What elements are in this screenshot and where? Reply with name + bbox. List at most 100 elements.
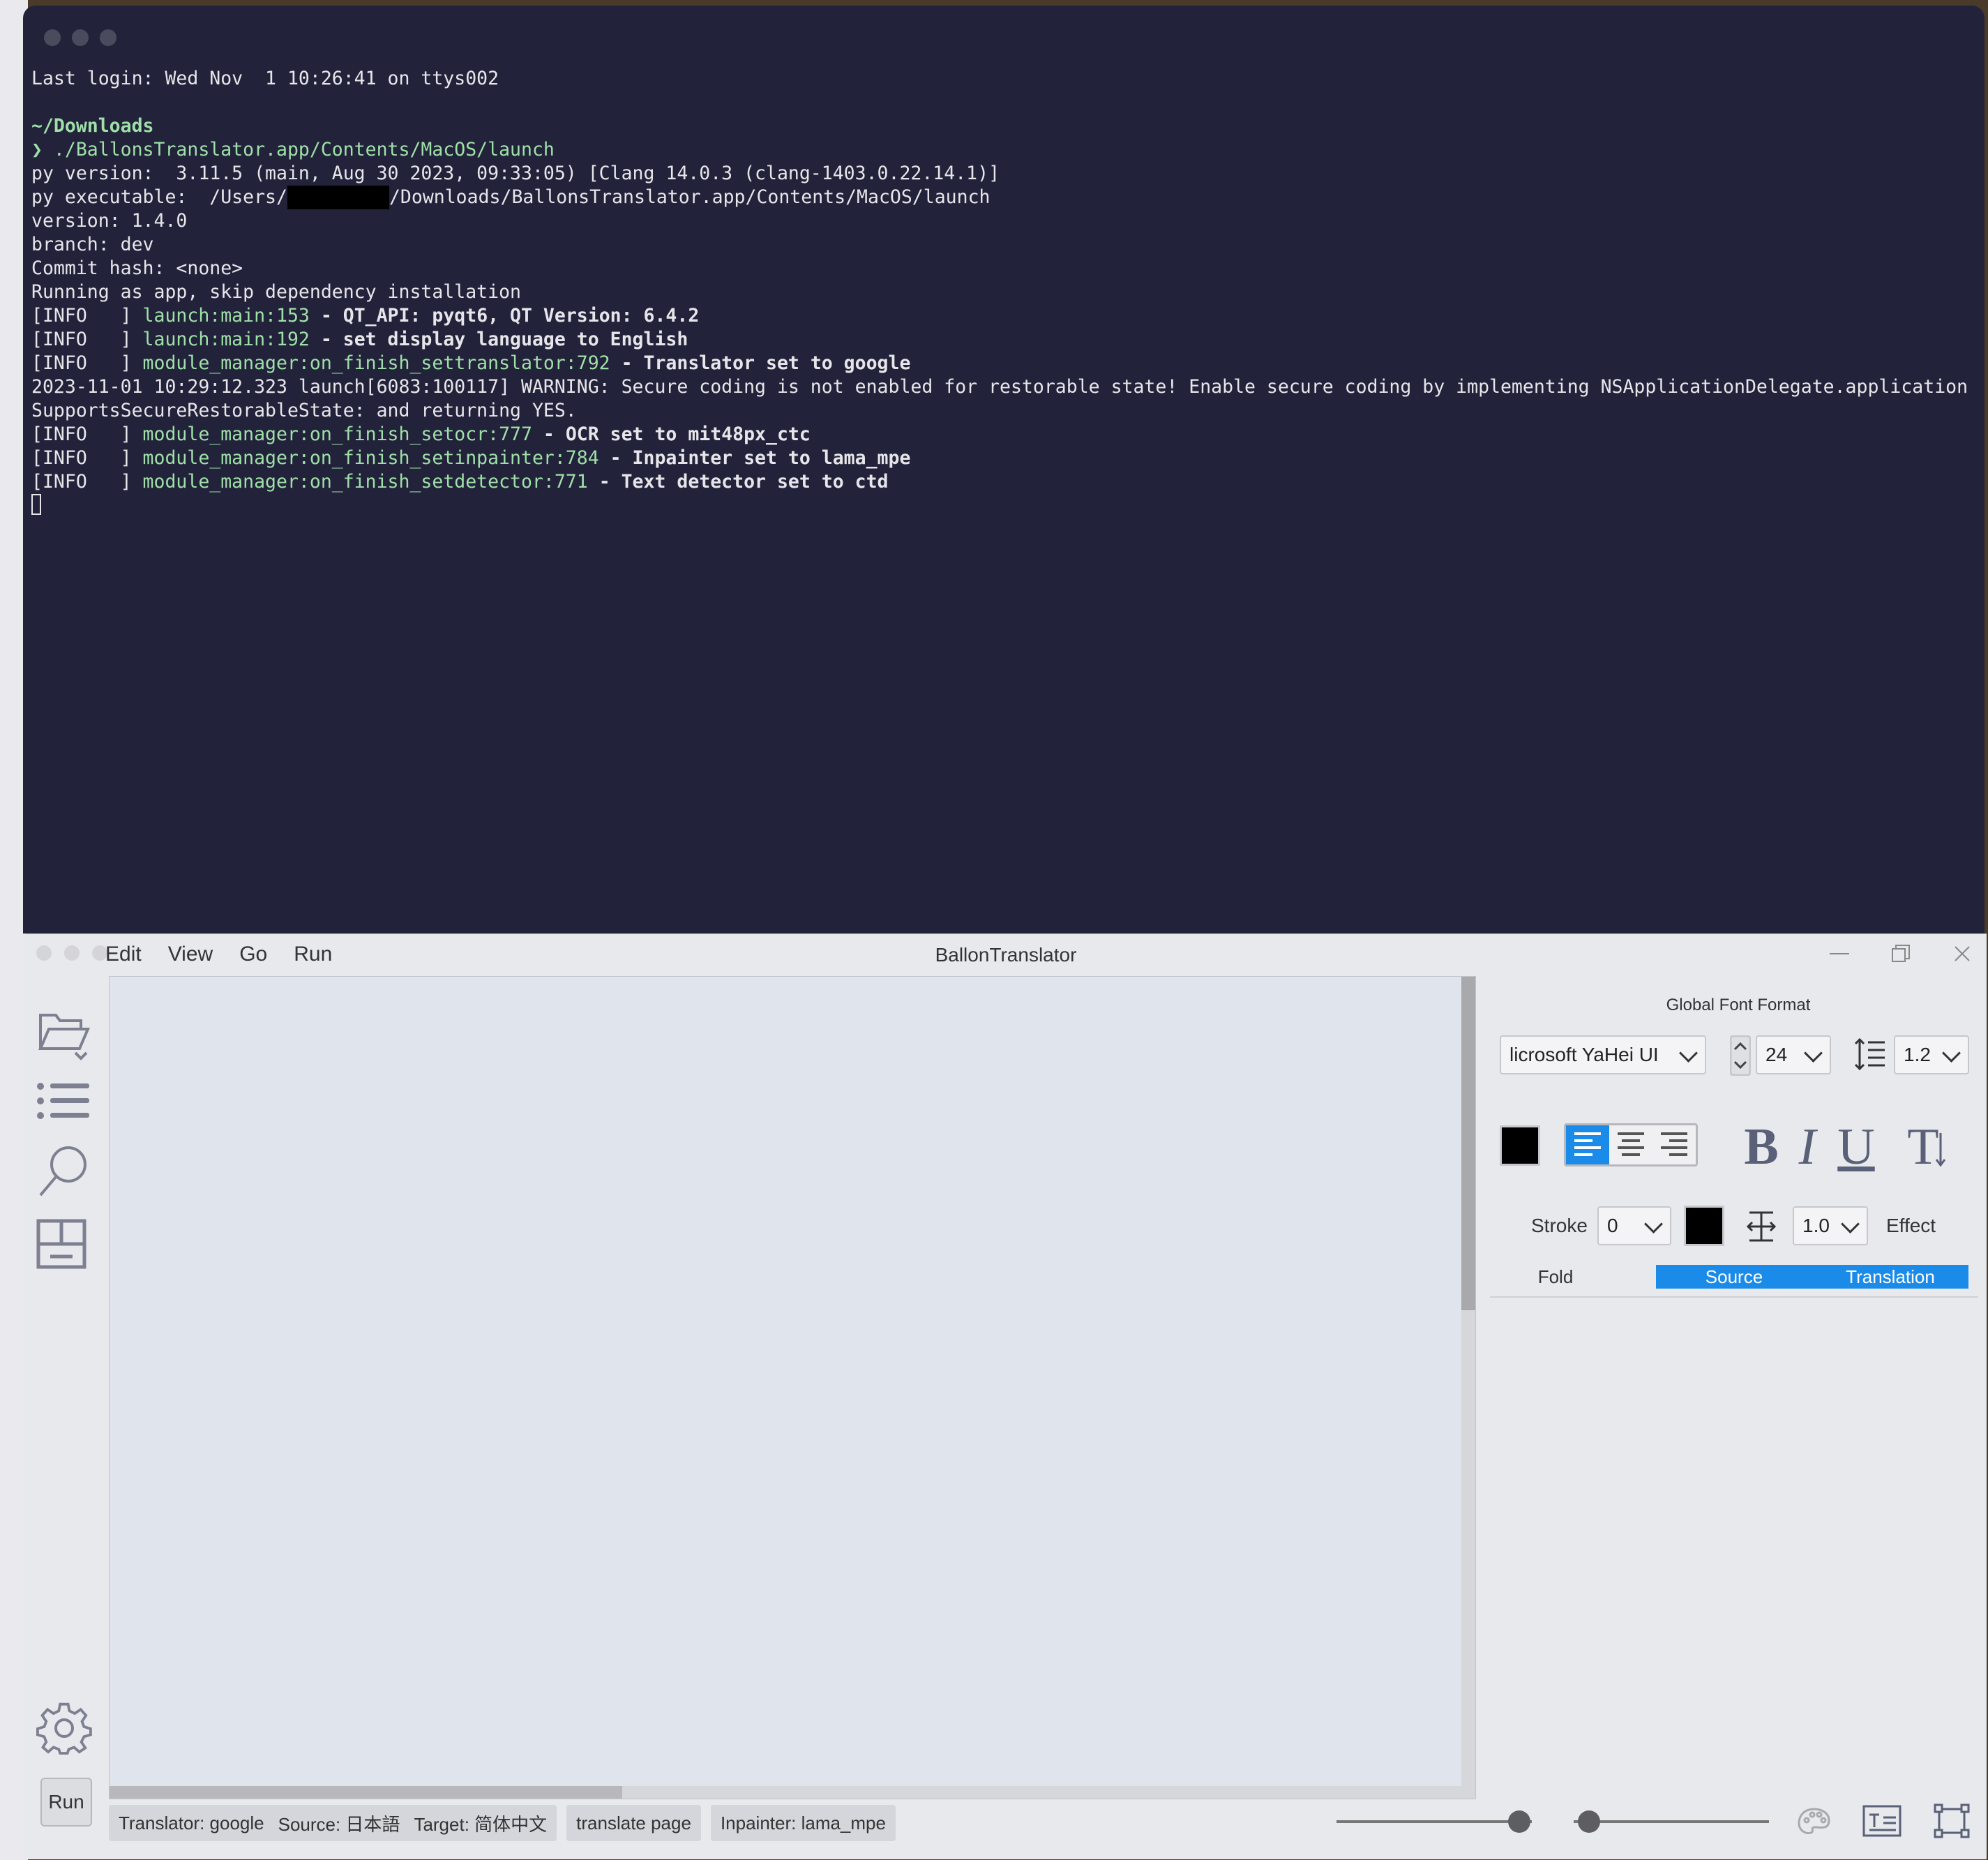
- terminal-text: - OCR set to mit48px_ctc: [532, 423, 811, 445]
- font-color-swatch[interactable]: [1500, 1125, 1540, 1166]
- target-language-label[interactable]: Target: 简体中文: [414, 1810, 547, 1836]
- text-block-mode-icon[interactable]: [1862, 1805, 1902, 1840]
- chevron-down-icon: [1679, 1044, 1698, 1063]
- terminal-line: [INFO ] module_manager:on_finish_setocr:…: [31, 423, 1978, 447]
- chevron-down-icon: [1804, 1044, 1823, 1063]
- terminal-text: module_manager:on_finish_setdetector:771: [142, 471, 588, 493]
- translator-status[interactable]: Translator: google Source: 日本語 Target: 简…: [109, 1805, 557, 1841]
- terminal-window[interactable]: Last login: Wed Nov 1 10:26:41 on ttys00…: [23, 6, 1985, 933]
- horizontal-scrollbar[interactable]: [110, 1786, 1475, 1799]
- terminal-line: ❯ ./BallonsTranslator.app/Contents/MacOS…: [31, 138, 1978, 162]
- stroke-color-swatch[interactable]: [1684, 1206, 1724, 1246]
- text-opacity-slider[interactable]: [1574, 1810, 1769, 1833]
- terminal-text: launch:main:153: [142, 305, 310, 327]
- font-family-value: licrosoft YaHei UI: [1509, 1044, 1659, 1065]
- slider-handle[interactable]: [1508, 1810, 1530, 1833]
- terminal-text: [INFO ]: [31, 471, 143, 493]
- terminal-text: version: 1.4.0: [31, 210, 188, 232]
- stroke-width-select[interactable]: 0: [1597, 1206, 1671, 1245]
- tab-fold[interactable]: Fold: [1493, 1265, 1618, 1289]
- image-canvas[interactable]: [109, 976, 1476, 1799]
- terminal-text: ~/Downloads: [31, 115, 154, 137]
- vertical-scroll-thumb[interactable]: [1461, 977, 1475, 1310]
- terminal-text: [INFO ]: [31, 305, 143, 327]
- terminal-text: - Translator set to google: [610, 352, 911, 374]
- rect-select-icon[interactable]: [1934, 1803, 1970, 1842]
- terminal-line: SupportsSecureRestorableState: and retur…: [31, 399, 1978, 423]
- tab-source[interactable]: Source: [1656, 1265, 1812, 1289]
- terminal-text: [INFO ]: [31, 447, 143, 469]
- terminal-output: Last login: Wed Nov 1 10:26:41 on ttys00…: [31, 67, 1978, 518]
- terminal-text: [INFO ]: [31, 352, 143, 374]
- restore-icon[interactable]: [1890, 941, 1911, 966]
- terminal-text: - Text detector set to ctd: [587, 471, 889, 493]
- tab-translation[interactable]: Translation: [1812, 1265, 1968, 1289]
- slider-handle[interactable]: [1578, 1810, 1600, 1833]
- close-icon[interactable]: [1952, 941, 1973, 966]
- italic-button[interactable]: I: [1783, 1118, 1832, 1176]
- tab-divider: [1490, 1296, 1978, 1298]
- page-list-icon[interactable]: [36, 1078, 92, 1134]
- align-right-button[interactable]: [1652, 1125, 1696, 1164]
- terminal-text: py version: 3.11.5 (main, Aug 30 2023, 0…: [31, 163, 1000, 184]
- terminal-text: py executable: /Users/: [31, 186, 287, 208]
- line-spacing-select[interactable]: 1.2: [1894, 1035, 1969, 1074]
- align-left-button[interactable]: [1566, 1125, 1609, 1164]
- zoom-dot[interactable]: [100, 29, 116, 46]
- line-spacing-icon: [1854, 1037, 1886, 1075]
- window-title: BallonTranslator: [935, 944, 1077, 966]
- settings-gear-icon[interactable]: [36, 1700, 92, 1756]
- terminal-text: 2023-11-01 10:29:12.323 launch[6083:1001…: [31, 376, 1968, 398]
- terminal-text: module_manager:on_finish_settranslator:7…: [142, 352, 610, 374]
- open-folder-icon[interactable]: [36, 1007, 92, 1063]
- text-editor-layout-icon[interactable]: [36, 1219, 92, 1275]
- minimize-dot[interactable]: [72, 29, 89, 46]
- font-family-select[interactable]: licrosoft YaHei UI: [1500, 1035, 1706, 1074]
- line-spacing-value: 1.2: [1904, 1044, 1931, 1065]
- terminal-text: - Inpainter set to lama_mpe: [598, 447, 911, 469]
- terminal-line: version: 1.4.0: [31, 209, 1978, 233]
- original-opacity-slider[interactable]: [1336, 1810, 1532, 1833]
- terminal-text: Last login: Wed Nov 1 10:26:41 on ttys00…: [31, 68, 499, 89]
- run-button[interactable]: Run: [40, 1778, 92, 1827]
- underline-button[interactable]: U: [1832, 1118, 1881, 1176]
- search-icon[interactable]: [36, 1143, 92, 1199]
- terminal-text: ./BallonsTranslator.app/Contents/MacOS/l…: [53, 139, 555, 160]
- bold-button[interactable]: B: [1737, 1118, 1786, 1176]
- panel-title: Global Font Format: [1666, 996, 1811, 1014]
- translate-page-button[interactable]: translate page: [566, 1805, 701, 1841]
- chevron-down-icon: [1841, 1215, 1860, 1233]
- horizontal-scroll-thumb[interactable]: [110, 1786, 622, 1799]
- translator-label: Translator: google: [119, 1812, 264, 1833]
- inpainter-status[interactable]: Inpainter: lama_mpe: [710, 1805, 896, 1841]
- terminal-line: [INFO ] module_manager:on_finish_setinpa…: [31, 447, 1978, 470]
- font-format-panel: Global Font Format: [1490, 976, 1987, 1799]
- terminal-text: Commit hash: <none>: [31, 257, 243, 279]
- terminal-text: Running as app, skip dependency installa…: [31, 281, 521, 303]
- source-language-label[interactable]: Source: 日本語: [278, 1810, 400, 1836]
- terminal-line: [INFO ] launch:main:153 - QT_API: pyqt6,…: [31, 304, 1978, 328]
- terminal-text: SupportsSecureRestorableState: and retur…: [31, 400, 577, 421]
- minimize-icon[interactable]: [1829, 941, 1850, 966]
- redacted-username: [287, 186, 389, 209]
- stroke-width-value: 0: [1607, 1215, 1618, 1236]
- close-dot[interactable]: [44, 29, 61, 46]
- terminal-line: [31, 494, 1978, 518]
- terminal-text: [INFO ]: [31, 329, 143, 350]
- font-size-stepper[interactable]: [1729, 1035, 1752, 1077]
- terminal-line: [INFO ] module_manager:on_finish_settran…: [31, 352, 1978, 375]
- effect-button[interactable]: Effect: [1886, 1215, 1936, 1237]
- palette-icon[interactable]: [1797, 1806, 1832, 1840]
- font-size-value: 24: [1765, 1044, 1788, 1065]
- status-bar: Translator: google Source: 日本語 Target: 简…: [109, 1805, 896, 1843]
- vertical-scrollbar[interactable]: [1461, 977, 1475, 1799]
- terminal-line: Commit hash: <none>: [31, 257, 1978, 280]
- left-toolbar: Run: [25, 976, 107, 1859]
- font-size-select[interactable]: 24: [1756, 1035, 1831, 1074]
- terminal-line: [INFO ] module_manager:on_finish_setdete…: [31, 470, 1978, 494]
- letter-spacing-select[interactable]: 1.0: [1793, 1206, 1868, 1245]
- align-center-button[interactable]: [1609, 1125, 1652, 1164]
- terminal-text: /Downloads/BallonsTranslator.app/Content…: [389, 186, 991, 208]
- terminal-text: branch: dev: [31, 234, 154, 255]
